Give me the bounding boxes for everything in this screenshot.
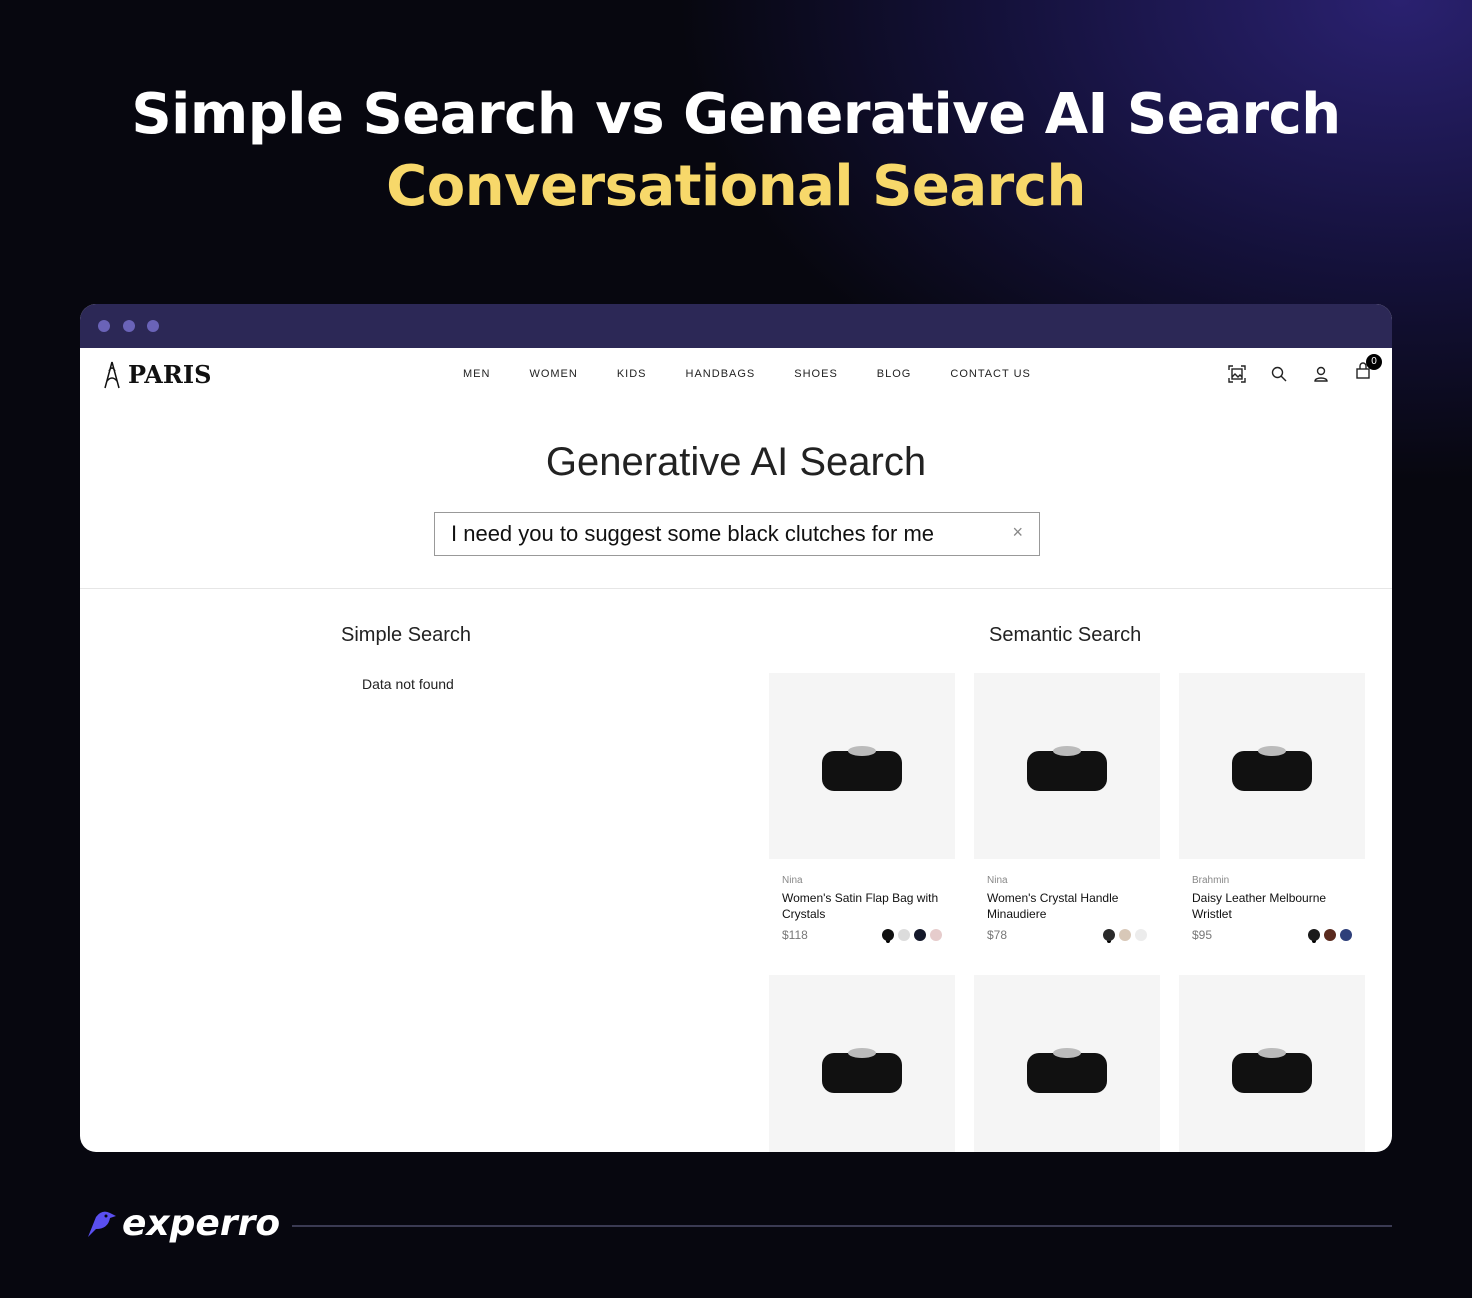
- footer-divider: [292, 1225, 1392, 1227]
- headline: Simple Search vs Generative AI Search: [131, 82, 1341, 147]
- product-card[interactable]: [974, 975, 1160, 1152]
- simple-search-heading: Simple Search: [341, 624, 472, 646]
- color-swatch[interactable]: [1103, 929, 1115, 941]
- product-card[interactable]: [769, 975, 955, 1152]
- product-image[interactable]: [1179, 975, 1365, 1152]
- nav-women[interactable]: WOMEN: [529, 368, 577, 380]
- product-image[interactable]: [769, 673, 955, 859]
- window-dot[interactable]: [147, 320, 159, 332]
- search-value: I need you to suggest some black clutche…: [451, 521, 935, 546]
- subheadline: Conversational Search: [386, 154, 1086, 219]
- nav-handbags[interactable]: HANDBAGS: [686, 368, 756, 380]
- nav-contact[interactable]: CONTACT US: [950, 368, 1031, 380]
- page-title: Generative AI Search: [545, 440, 927, 484]
- cart-button[interactable]: 0: [1354, 354, 1382, 385]
- nav-kids[interactable]: KIDS: [617, 368, 647, 380]
- search-icon[interactable]: [1270, 365, 1288, 383]
- clutch-image: [1232, 1048, 1312, 1093]
- nav-shoes[interactable]: SHOES: [794, 368, 838, 380]
- bird-logo-icon: [88, 1211, 116, 1237]
- window-dot[interactable]: [123, 320, 135, 332]
- clutch-image: [1027, 1048, 1107, 1093]
- product-brand: Brahmin: [1192, 875, 1230, 886]
- product-price: $95: [1192, 928, 1213, 942]
- nav-blog[interactable]: BLOG: [877, 368, 912, 380]
- product-price: $78: [987, 928, 1008, 942]
- product-image[interactable]: [974, 673, 1160, 859]
- product-card[interactable]: [1179, 975, 1365, 1152]
- site-header: PARIS MEN WOMEN KIDS HANDBAGS SHOES BLOG…: [80, 348, 1392, 400]
- product-image[interactable]: [974, 975, 1160, 1152]
- cart-count-badge: 0: [1366, 354, 1382, 370]
- user-icon[interactable]: [1312, 365, 1330, 383]
- experro-logo: experro: [86, 1203, 280, 1244]
- clutch-image: [822, 1048, 902, 1093]
- color-swatch[interactable]: [914, 929, 926, 941]
- product-price: $118: [782, 928, 808, 942]
- clear-icon[interactable]: ×: [1012, 522, 1023, 543]
- product-card[interactable]: Nina Women's Crystal Handle Minaudiere $…: [974, 673, 1160, 942]
- clutch-image: [1232, 746, 1312, 791]
- color-swatch[interactable]: [1308, 929, 1320, 941]
- search-input[interactable]: I need you to suggest some black clutche…: [434, 512, 1040, 556]
- brand-text: experro: [122, 1203, 281, 1244]
- product-name[interactable]: Women's Satin Flap Bag with Crystals: [782, 890, 942, 922]
- empty-state: Data not found: [362, 676, 454, 692]
- divider: [80, 588, 1392, 589]
- site-logo[interactable]: PARIS: [102, 360, 211, 389]
- product-brand: Nina: [987, 875, 1008, 886]
- image-search-icon[interactable]: [1228, 364, 1246, 383]
- nav-men[interactable]: MEN: [463, 368, 490, 380]
- product-image[interactable]: [769, 975, 955, 1152]
- color-swatch[interactable]: [1340, 929, 1352, 941]
- semantic-search-heading: Semantic Search: [989, 624, 1142, 646]
- logo-text: PARIS: [128, 360, 212, 389]
- window-dot[interactable]: [98, 320, 110, 332]
- product-brand: Nina: [782, 875, 803, 886]
- color-swatch[interactable]: [930, 929, 942, 941]
- product-name[interactable]: Women's Crystal Handle Minaudiere: [987, 890, 1147, 922]
- color-swatch[interactable]: [1324, 929, 1336, 941]
- window-titlebar: [80, 304, 1392, 348]
- eiffel-logo-icon: [104, 361, 120, 388]
- clutch-image: [822, 746, 902, 791]
- clutch-image: [1027, 746, 1107, 791]
- product-name[interactable]: Daisy Leather Melbourne Wristlet: [1192, 890, 1352, 922]
- product-image[interactable]: [1179, 673, 1365, 859]
- browser-window: PARIS MEN WOMEN KIDS HANDBAGS SHOES BLOG…: [80, 304, 1392, 1152]
- color-swatch[interactable]: [1119, 929, 1131, 941]
- color-swatch[interactable]: [1135, 929, 1147, 941]
- product-card[interactable]: Brahmin Daisy Leather Melbourne Wristlet…: [1179, 673, 1365, 942]
- main-nav: MEN WOMEN KIDS HANDBAGS SHOES BLOG CONTA…: [463, 368, 1031, 380]
- product-card[interactable]: Nina Women's Satin Flap Bag with Crystal…: [769, 673, 955, 942]
- color-swatch[interactable]: [898, 929, 910, 941]
- color-swatch[interactable]: [882, 929, 894, 941]
